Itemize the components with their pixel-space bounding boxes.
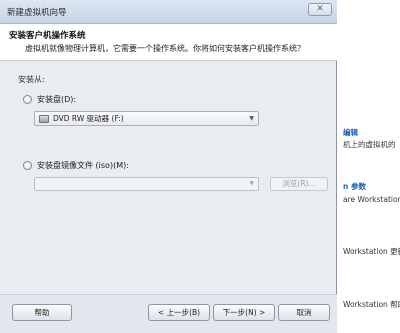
background-text: 机上的虚拟机的 [343,140,396,149]
new-vm-wizard-dialog: 新建虚拟机向导 ✕ 安装客户机操作系统 虚拟机就像物理计算机，它需要一个操作系统… [0,0,337,333]
install-from-label: 安装从: [18,75,45,84]
background-link[interactable]: 编辑 [343,127,358,138]
cancel-button[interactable]: 取消 [278,304,330,321]
next-button[interactable]: 下一步(N) > [213,304,275,321]
browse-button[interactable]: 浏览(R)... [270,177,328,191]
background-window: 编辑 机上的虚拟机的 n 参数 are Workstation 设 Workst… [337,0,400,333]
background-text: are Workstation 设 [343,195,400,204]
close-icon: ✕ [316,4,324,14]
wizard-header: 安装客户机操作系统 虚拟机就像物理计算机，它需要一个操作系统。你将如何安装客户机… [0,24,337,61]
chevron-down-icon: ▼ [249,115,254,122]
install-disc-option[interactable]: 安装盘(D): [23,94,76,105]
back-button[interactable]: < 上一步(B) [148,304,210,321]
iso-path-combobox[interactable]: ▼ [34,177,259,191]
page-title: 安装客户机操作系统 [9,31,86,41]
window-title: 新建虚拟机向导 [7,8,67,18]
help-button[interactable]: 帮助 [12,304,72,321]
install-disc-label: 安装盘(D): [37,95,77,104]
background-text: Workstation 更新 [343,247,400,256]
background-text: Workstation 帮助 [343,300,400,309]
drive-select-value: DVD RW 驱动器 (F:) [53,114,124,123]
wizard-footer: 帮助 < 上一步(B) 下一步(N) > 取消 [0,294,337,333]
install-iso-option[interactable]: 安装盘镜像文件 (iso)(M): [23,160,129,171]
install-disc-radio[interactable] [23,95,32,104]
background-link[interactable]: n 参数 [343,181,366,192]
dvd-drive-icon [39,114,49,123]
install-iso-label: 安装盘镜像文件 (iso)(M): [37,161,129,170]
title-bar[interactable]: 新建虚拟机向导 ✕ [0,0,337,24]
drive-select[interactable]: DVD RW 驱动器 (F:) ▼ [34,111,259,126]
close-window-button[interactable]: ✕ [308,3,332,16]
page-description: 虚拟机就像物理计算机，它需要一个操作系统。你将如何安装客户机操作系统？ [25,44,305,53]
install-iso-radio[interactable] [23,161,32,170]
chevron-down-icon: ▼ [249,180,254,187]
